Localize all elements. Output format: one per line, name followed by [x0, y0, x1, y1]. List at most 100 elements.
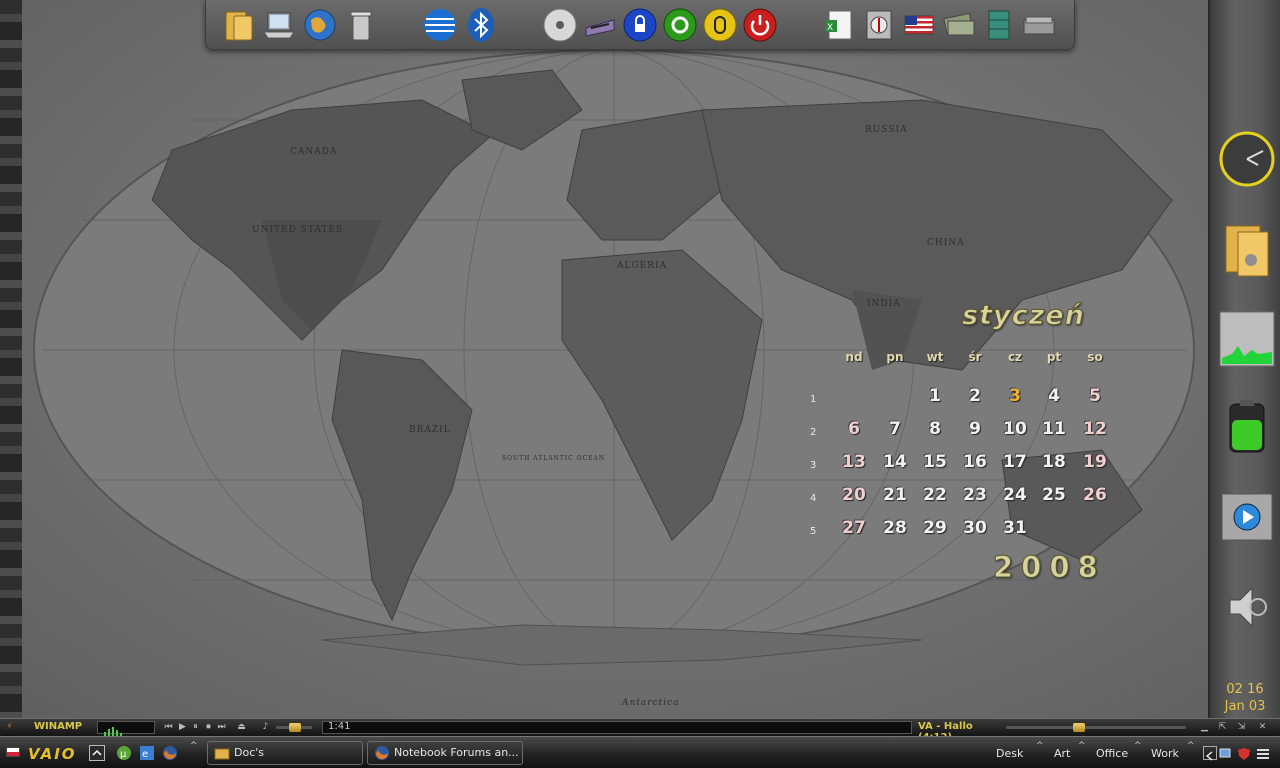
- folder-icon: [214, 748, 230, 760]
- winamp-menu-icon[interactable]: ⚡: [4, 722, 15, 733]
- calendar-day[interactable]: 17: [995, 452, 1035, 472]
- calendar-day[interactable]: 28: [875, 518, 915, 538]
- calendar-day[interactable]: 20: [834, 485, 874, 505]
- show-desktop-icon[interactable]: [89, 745, 105, 761]
- calendar-day[interactable]: 11: [1034, 419, 1074, 439]
- calendar-day[interactable]: 2: [955, 386, 995, 406]
- art-expand-icon[interactable]: ^: [1078, 741, 1086, 751]
- logoff-icon[interactable]: [701, 6, 739, 44]
- desktop-switch-work[interactable]: Work: [1151, 747, 1179, 760]
- speaker-icon[interactable]: [1218, 578, 1276, 636]
- calendar-day[interactable]: 5: [1075, 386, 1115, 406]
- cd-icon[interactable]: [541, 6, 579, 44]
- stop-icon[interactable]: ⏹: [203, 722, 214, 733]
- task-label: Doc's: [234, 746, 265, 759]
- tray-expand-icon[interactable]: [1203, 746, 1217, 761]
- calendar-day[interactable]: 8: [915, 419, 955, 439]
- calendar-day[interactable]: 31: [995, 518, 1035, 538]
- calendar-day[interactable]: 15: [915, 452, 955, 472]
- calendar-day[interactable]: 27: [834, 518, 874, 538]
- calendar-day[interactable]: 13: [834, 452, 874, 472]
- folder-icon[interactable]: [220, 6, 258, 44]
- clock-icon[interactable]: [1218, 130, 1276, 188]
- winamp-bar: ⚡ WINAMP ⏮ ▶ ⏸ ⏹ ⏭ ⏏ ♪ 1:41 VA - Hallo (…: [0, 718, 1280, 743]
- calendar-day[interactable]: 9: [955, 419, 995, 439]
- calendar-day[interactable]: 26: [1075, 485, 1115, 505]
- calendar-day[interactable]: 19: [1075, 452, 1115, 472]
- media-player-icon[interactable]: [1218, 488, 1276, 546]
- close-icon[interactable]: ✕: [1257, 722, 1268, 733]
- calendar-day[interactable]: 25: [1034, 485, 1074, 505]
- excel-icon[interactable]: X: [820, 6, 858, 44]
- work-expand-icon[interactable]: ^: [1187, 741, 1195, 751]
- filecabinet-icon[interactable]: [980, 6, 1018, 44]
- calendar-day[interactable]: 24: [995, 485, 1035, 505]
- calendar-day[interactable]: 10: [995, 419, 1035, 439]
- right-dock: [1208, 0, 1280, 718]
- top-dock: X: [205, 0, 1075, 50]
- pause-icon[interactable]: ⏸: [190, 722, 201, 733]
- att-icon[interactable]: [421, 6, 459, 44]
- calendar-day-today[interactable]: 3: [995, 386, 1035, 406]
- refresh-icon[interactable]: [661, 6, 699, 44]
- calendar-week-number: 3: [810, 460, 817, 471]
- calendar-day[interactable]: 21: [875, 485, 915, 505]
- calendar-day[interactable]: 1: [915, 386, 955, 406]
- desktop-switch-desk[interactable]: Desk: [996, 747, 1023, 760]
- shade-icon[interactable]: ⇱: [1217, 722, 1228, 733]
- hat-icon[interactable]: [581, 6, 619, 44]
- calendar-day[interactable]: 22: [915, 485, 955, 505]
- money-icon[interactable]: [940, 6, 978, 44]
- firefox-icon[interactable]: [162, 745, 178, 761]
- compass-icon[interactable]: [860, 6, 898, 44]
- network-icon[interactable]: [1219, 746, 1233, 760]
- calendar-year: 2008: [993, 550, 1106, 585]
- calendar-day[interactable]: 7: [875, 419, 915, 439]
- calendar-day[interactable]: 12: [1075, 419, 1115, 439]
- music-folder-icon[interactable]: [1218, 222, 1276, 280]
- bluetooth-icon[interactable]: [462, 6, 500, 44]
- calendar-day[interactable]: 30: [955, 518, 995, 538]
- calendar-day[interactable]: 16: [955, 452, 995, 472]
- seek-knob[interactable]: [1073, 723, 1086, 732]
- eject-icon[interactable]: ⏏: [236, 722, 247, 733]
- tray-menu-icon[interactable]: [1256, 746, 1270, 760]
- desktop: CANADA UNITED STATES BRAZIL RUSSIA CHINA…: [0, 0, 1280, 718]
- prev-track-icon[interactable]: ⏮: [163, 722, 174, 733]
- ie-icon[interactable]: e: [139, 745, 155, 761]
- quicklaunch-expand-icon[interactable]: ^: [190, 741, 198, 751]
- task-button-docs[interactable]: Doc's: [207, 741, 363, 765]
- calendar-day[interactable]: 6: [834, 419, 874, 439]
- desk-expand-icon[interactable]: ^: [1036, 741, 1044, 751]
- power-icon[interactable]: [741, 6, 779, 44]
- trash-icon[interactable]: [342, 6, 380, 44]
- calendar-day[interactable]: 18: [1034, 452, 1074, 472]
- polish-flag-icon[interactable]: [6, 747, 20, 757]
- calendar-day[interactable]: 23: [955, 485, 995, 505]
- lock-icon[interactable]: [621, 6, 659, 44]
- us-flag-icon[interactable]: [900, 6, 938, 44]
- play-icon[interactable]: ▶: [177, 722, 188, 733]
- calendar-day[interactable]: 29: [915, 518, 955, 538]
- vaio-logo[interactable]: VAIO: [28, 744, 77, 763]
- task-button-notebook-forums[interactable]: Notebook Forums an...: [367, 741, 523, 765]
- seek-bar[interactable]: [1006, 726, 1186, 729]
- cash-icon[interactable]: [1020, 6, 1058, 44]
- volume-knob[interactable]: [289, 723, 302, 732]
- calendar-day[interactable]: 4: [1034, 386, 1074, 406]
- maximize-icon[interactable]: ⇲: [1236, 722, 1247, 733]
- next-track-icon[interactable]: ⏭: [216, 722, 227, 733]
- globe-icon[interactable]: [301, 6, 339, 44]
- calendar-week-number: 2: [810, 427, 817, 438]
- cpu-meter-icon[interactable]: [1218, 310, 1276, 368]
- battery-icon[interactable]: [1218, 398, 1276, 456]
- laptop-icon[interactable]: [260, 6, 298, 44]
- office-expand-icon[interactable]: ^: [1134, 741, 1142, 751]
- shield-icon[interactable]: [1237, 746, 1251, 760]
- utorrent-icon[interactable]: µ: [116, 745, 132, 761]
- desktop-switch-office[interactable]: Office: [1096, 747, 1128, 760]
- calendar-day[interactable]: 14: [875, 452, 915, 472]
- desktop-switch-art[interactable]: Art: [1054, 747, 1070, 760]
- map-label-antarctica: Antarctica: [621, 698, 680, 708]
- minimize-icon[interactable]: ▁: [1199, 722, 1210, 733]
